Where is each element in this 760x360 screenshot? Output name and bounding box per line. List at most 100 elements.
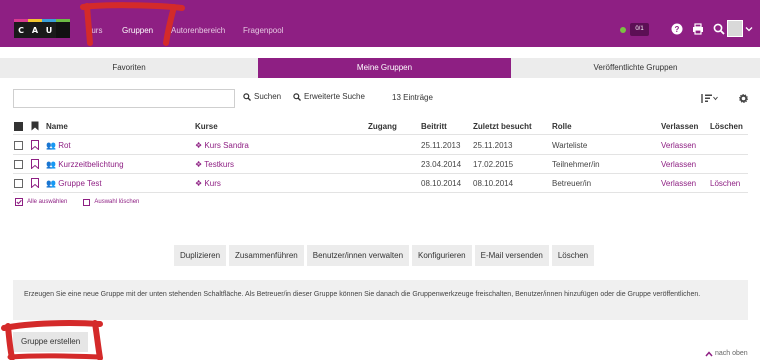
checkbox-checked-icon bbox=[15, 198, 23, 206]
advanced-search-button[interactable]: Erweiterte Suche bbox=[293, 92, 365, 101]
role-value: Teilnehmer/in bbox=[552, 160, 600, 169]
nav-item-gruppen[interactable]: Gruppen bbox=[122, 26, 153, 35]
row-checkbox[interactable] bbox=[14, 179, 23, 188]
back-to-top-label: nach oben bbox=[715, 350, 748, 357]
header-zuletzt-besucht[interactable]: Zuletzt besucht bbox=[473, 122, 532, 131]
svg-text:?: ? bbox=[675, 25, 680, 34]
course-name: Testkurs bbox=[204, 160, 235, 169]
delete-button[interactable]: Löschen bbox=[551, 245, 595, 266]
role-value: Betreuer/in bbox=[552, 179, 592, 188]
manage-users-button[interactable]: Benutzer/innen verwalten bbox=[306, 245, 410, 266]
chevron-up-icon bbox=[705, 350, 713, 356]
logo[interactable]: C A U bbox=[14, 19, 70, 38]
logo-blank bbox=[56, 22, 70, 38]
info-box: Erzeugen Sie eine neue Gruppe mit der un… bbox=[13, 280, 748, 320]
course-name: Kurs bbox=[204, 179, 221, 188]
gear-icon bbox=[738, 94, 748, 103]
top-navigation-bar: C A U Kurs Gruppen Autorenbereich Fragen… bbox=[0, 0, 760, 47]
group-icon: 👥 bbox=[46, 141, 56, 150]
advanced-search-label: Erweiterte Suche bbox=[304, 92, 365, 101]
duplicate-button[interactable]: Duplizieren bbox=[174, 245, 227, 266]
course-icon: ❖ bbox=[195, 160, 203, 169]
group-tabs: Favoriten Meine Gruppen Veröffentlichte … bbox=[0, 58, 760, 78]
leave-link[interactable]: Verlassen bbox=[661, 179, 696, 188]
groups-table: Name Kurse Zugang Beitritt Zuletzt besuc… bbox=[13, 118, 748, 193]
configure-button[interactable]: Konfigurieren bbox=[412, 245, 472, 266]
table-row: 👥 Rot ❖ Kurs Sandra 25.11.2013 25.11.201… bbox=[13, 135, 748, 155]
nav-item-fragenpool[interactable]: Fragenpool bbox=[243, 26, 283, 35]
back-to-top-link[interactable]: nach oben bbox=[705, 350, 748, 357]
bookmark-icon[interactable] bbox=[31, 159, 39, 169]
group-name: Gruppe Test bbox=[58, 179, 102, 188]
clear-selection-link[interactable]: Auswahl löschen bbox=[94, 199, 139, 205]
bookmark-icon bbox=[31, 121, 39, 131]
beitritt-date: 08.10.2014 bbox=[421, 179, 462, 188]
logo-letter: C bbox=[14, 22, 28, 38]
delete-link[interactable]: Löschen bbox=[710, 179, 740, 188]
beitritt-date: 23.04.2014 bbox=[421, 160, 462, 169]
table-row: 👥 Kurzzeitbelichtung ❖ Testkurs 23.04.20… bbox=[13, 155, 748, 174]
course-link[interactable]: ❖ Testkurs bbox=[195, 160, 234, 169]
header-loeschen: Löschen bbox=[710, 122, 743, 131]
group-icon: 👥 bbox=[46, 160, 56, 169]
search-button[interactable]: Suchen bbox=[243, 92, 281, 101]
create-group-button[interactable]: Gruppe erstellen bbox=[13, 332, 89, 352]
leave-link[interactable]: Verlassen bbox=[661, 141, 696, 150]
settings-button[interactable] bbox=[735, 89, 751, 108]
group-name-link[interactable]: 👥 Kurzzeitbelichtung bbox=[46, 160, 124, 169]
last-visit-date: 25.11.2013 bbox=[473, 141, 513, 150]
help-icon[interactable]: ? bbox=[671, 23, 683, 35]
group-name-link[interactable]: 👥 Rot bbox=[46, 141, 71, 150]
select-all-link[interactable]: Alle auswählen bbox=[27, 199, 67, 205]
print-icon[interactable] bbox=[692, 23, 704, 35]
chevron-down-icon[interactable] bbox=[745, 25, 753, 33]
header-zugang[interactable]: Zugang bbox=[368, 122, 397, 131]
selection-controls: Alle auswählen Auswahl löschen bbox=[15, 198, 139, 206]
notification-badge[interactable]: 0/1 bbox=[630, 23, 649, 36]
sort-button[interactable] bbox=[697, 89, 721, 108]
course-link[interactable]: ❖ Kurs Sandra bbox=[195, 141, 249, 150]
table-header: Name Kurse Zugang Beitritt Zuletzt besuc… bbox=[13, 118, 748, 135]
header-rolle[interactable]: Rolle bbox=[552, 122, 572, 131]
header-beitritt[interactable]: Beitritt bbox=[421, 122, 447, 131]
action-buttons: Duplizieren Zusammenführen Benutzer/inne… bbox=[174, 245, 595, 266]
tab-meine-gruppen[interactable]: Meine Gruppen bbox=[258, 58, 511, 78]
avatar[interactable] bbox=[727, 20, 743, 37]
online-status-dot bbox=[620, 27, 626, 33]
header-verlassen: Verlassen bbox=[661, 122, 699, 131]
search-icon bbox=[293, 92, 301, 101]
last-visit-date: 08.10.2014 bbox=[473, 179, 514, 188]
group-name-link[interactable]: 👥 Gruppe Test bbox=[46, 179, 102, 188]
merge-button[interactable]: Zusammenführen bbox=[229, 245, 304, 266]
tab-veroeffentlichte-gruppen[interactable]: Veröffentlichte Gruppen bbox=[511, 58, 760, 78]
row-checkbox[interactable] bbox=[14, 160, 23, 169]
tab-favoriten[interactable]: Favoriten bbox=[0, 58, 258, 78]
bookmark-icon[interactable] bbox=[31, 140, 39, 150]
select-all-checkbox[interactable] bbox=[14, 122, 23, 131]
logo-letter: A bbox=[28, 22, 42, 38]
search-icon bbox=[243, 92, 251, 101]
row-checkbox[interactable] bbox=[14, 141, 23, 150]
sort-icon bbox=[701, 94, 718, 103]
search-button-label: Suchen bbox=[254, 92, 282, 101]
group-name: Kurzzeitbelichtung bbox=[58, 160, 124, 169]
course-link[interactable]: ❖ Kurs bbox=[195, 179, 221, 188]
header-kurse[interactable]: Kurse bbox=[195, 122, 218, 131]
nav-item-kurs[interactable]: Kurs bbox=[86, 26, 102, 35]
course-icon: ❖ bbox=[195, 179, 203, 188]
bookmark-icon[interactable] bbox=[31, 178, 39, 188]
group-name: Rot bbox=[58, 141, 71, 150]
checkbox-empty-icon bbox=[83, 198, 91, 206]
entry-count: 13 Einträge bbox=[392, 93, 433, 102]
leave-link[interactable]: Verlassen bbox=[661, 160, 696, 169]
search-icon[interactable] bbox=[713, 23, 725, 35]
course-icon: ❖ bbox=[195, 141, 203, 150]
table-row: 👥 Gruppe Test ❖ Kurs 08.10.2014 08.10.20… bbox=[13, 174, 748, 193]
search-input[interactable] bbox=[13, 89, 235, 108]
nav-item-autorenbereich[interactable]: Autorenbereich bbox=[171, 26, 225, 35]
logo-letter: U bbox=[42, 22, 56, 38]
header-name[interactable]: Name bbox=[46, 122, 68, 131]
send-email-button[interactable]: E-Mail versenden bbox=[474, 245, 549, 266]
course-name: Kurs Sandra bbox=[204, 141, 249, 150]
role-value: Warteliste bbox=[552, 141, 588, 150]
